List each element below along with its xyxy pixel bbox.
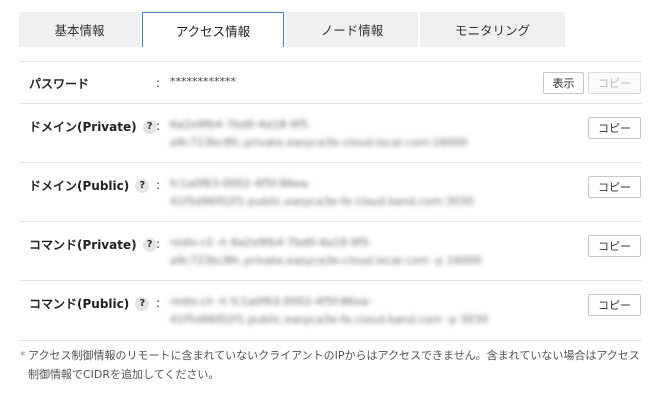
domain-public-line2: 41f5d96f02f1.public.easyca3e-fe.cloud.ka… [170,195,474,208]
domain-public-label: ドメイン(Public) ? [29,177,150,194]
command-public-label-text: コマンド(Public) [29,297,130,311]
help-icon[interactable]: ? [142,119,157,134]
note-bullet: * [20,349,26,362]
command-public-value: redis-cli -h fc1a0f63-0002-4f5f-86ea- 41… [170,293,488,329]
domain-private-colon: : [156,119,161,133]
command-private-label-text: コマンド(Private) [29,238,137,252]
password-value: ************ [170,75,236,88]
command-private-value: redis-cli -h 6a2e9fb4-7bd0-4a18-9f5- a9c… [170,234,482,270]
domain-private-line2: a9c723bc8fc.private.easyca3e-cloud.local… [170,136,468,149]
domain-private-row: ドメイン(Private) ? : 6a2e9fb4-7bd0-4a18-9f5… [20,104,642,163]
domain-public-value: fc1a0f63-0002-4f5f-86ea- 41f5d96f02f1.pu… [170,175,474,211]
domain-public-line1: fc1a0f63-0002-4f5f-86ea- [170,177,312,190]
command-public-line2: 41f5d96f02f1.public.easyca3e-fe.cloud.ka… [170,313,489,326]
command-public-label: コマンド(Public) ? [29,295,150,312]
command-public-row: コマンド(Public) ? : redis-cli -h fc1a0f63-0… [20,281,642,341]
domain-private-label-text: ドメイン(Private) [29,120,137,134]
command-private-row: コマンド(Private) ? : redis-cli -h 6a2e9fb4-… [20,222,642,281]
tab-monitoring[interactable]: モニタリング [420,12,565,47]
help-icon[interactable]: ? [135,296,150,311]
command-private-label: コマンド(Private) ? [29,236,157,253]
command-private-line2: a9c723bc8fc.private.easyca3e-cloud.local… [170,254,482,267]
help-icon[interactable]: ? [142,237,157,252]
command-public-line1: redis-cli -h fc1a0f63-0002-4f5f-86ea- [170,295,372,308]
copy-command-private-button[interactable]: コピー [588,235,641,257]
command-private-line1: redis-cli -h 6a2e9fb4-7bd0-4a18-9f5- [170,236,373,249]
copy-domain-private-button[interactable]: コピー [588,117,641,139]
copy-password-button[interactable]: コピー [588,72,641,94]
command-private-colon: : [156,237,161,251]
password-label: パスワード [29,77,90,91]
password-colon: : [156,76,161,90]
access-control-note: * アクセス制御情報のリモートに含まれていないクライアントのIPからはアクセスで… [20,346,648,384]
tab-node-info[interactable]: ノード情報 [286,12,418,47]
password-row: パスワード : ************ 表示 コピー [20,62,642,104]
domain-public-colon: : [156,178,161,192]
domain-private-value: 6a2e9fb4-7bd0-4a18-9f5. a9c723bc8fc.priv… [170,116,468,152]
tab-basic-info[interactable]: 基本情報 [19,12,140,47]
tab-access-info[interactable]: アクセス情報 [142,12,284,47]
domain-public-label-text: ドメイン(Public) [29,179,130,193]
copy-domain-public-button[interactable]: コピー [588,176,641,198]
show-password-button[interactable]: 表示 [543,72,584,94]
access-info-table: パスワード : ************ 表示 コピー ドメイン(Private… [20,61,642,341]
command-public-colon: : [156,296,161,310]
domain-private-line1: 6a2e9fb4-7bd0-4a18-9f5. [170,118,312,131]
tab-bar: 基本情報 アクセス情報 ノード情報 モニタリング [19,12,565,47]
note-text: アクセス制御情報のリモートに含まれていないクライアントのIPからはアクセスできま… [28,349,640,381]
domain-private-label: ドメイン(Private) ? [29,118,157,135]
domain-public-row: ドメイン(Public) ? : fc1a0f63-0002-4f5f-86ea… [20,163,642,222]
help-icon[interactable]: ? [135,178,150,193]
copy-command-public-button[interactable]: コピー [588,294,641,316]
